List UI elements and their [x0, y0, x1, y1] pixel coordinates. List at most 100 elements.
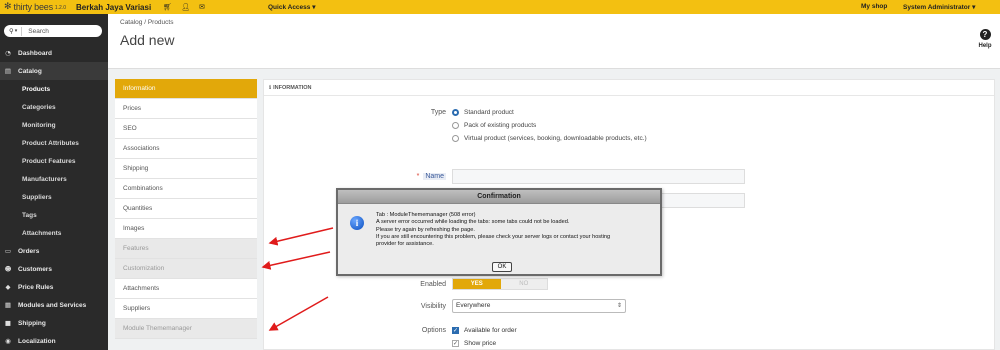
- sidebar-item-customers[interactable]: ☻ Customers: [0, 260, 108, 278]
- user-menu[interactable]: System Administrator ▾: [903, 3, 975, 11]
- sidebar-item-product-attributes[interactable]: Product Attributes: [0, 134, 108, 152]
- sidebar-item-label: Product Features: [22, 157, 76, 165]
- tab-prices[interactable]: Prices: [115, 99, 257, 119]
- enabled-label: Enabled: [420, 281, 446, 288]
- tab-suppliers[interactable]: Suppliers: [115, 299, 257, 319]
- select-arrows-icon: ⇕: [616, 303, 622, 309]
- tab-label: Features: [123, 245, 149, 252]
- dialog-title: Confirmation: [338, 190, 660, 204]
- sidebar-item-label: Suppliers: [22, 193, 52, 201]
- sidebar: ⚲ ▾ Search ◔ Dashboard ▤ Catalog Product…: [0, 14, 108, 350]
- type-standard-radio[interactable]: Standard product: [452, 109, 514, 116]
- sidebar-item-tags[interactable]: Tags: [0, 206, 108, 224]
- dialog-line: Tab : ModuleThememanager (508 error): [376, 212, 476, 218]
- sidebar-item-label: Price Rules: [18, 283, 54, 291]
- sidebar-item-orders[interactable]: ▭ Orders: [0, 242, 108, 260]
- sidebar-item-label: Localization: [18, 337, 56, 345]
- dialog-message: Tab : ModuleThememanager (508 error) A s…: [376, 212, 656, 248]
- logo-version: 1.2.0: [54, 5, 66, 11]
- breadcrumb[interactable]: Catalog / Products: [120, 19, 173, 26]
- tab-label: Images: [123, 225, 145, 232]
- tab-seo[interactable]: SEO: [115, 119, 257, 139]
- bee-logo-icon: ✻: [4, 2, 12, 12]
- help-label: Help: [978, 43, 992, 49]
- tab-label: Suppliers: [123, 305, 151, 312]
- sidebar-item-dashboard[interactable]: ◔ Dashboard: [0, 44, 108, 62]
- tab-label: Attachments: [123, 285, 160, 292]
- toggle-no[interactable]: NO: [500, 279, 547, 289]
- tab-label: Associations: [123, 145, 160, 152]
- cart-icon[interactable]: 🛒︎: [163, 3, 172, 11]
- sidebar-item-categories[interactable]: Categories: [0, 98, 108, 116]
- toggle-yes[interactable]: YES: [453, 279, 501, 289]
- shop-name[interactable]: Berkah Jaya Variasi: [76, 3, 151, 12]
- tab-label: Shipping: [123, 165, 149, 172]
- sidebar-item-label: Tags: [22, 211, 37, 219]
- sidebar-item-monitoring[interactable]: Monitoring: [0, 116, 108, 134]
- ok-button[interactable]: OK: [492, 262, 512, 272]
- search-input[interactable]: ⚲ ▾ Search: [4, 25, 102, 37]
- info-icon: i: [350, 216, 364, 230]
- tab-module-thememanager[interactable]: Module Thememanager: [115, 319, 257, 339]
- sidebar-item-modules[interactable]: ▦ Modules and Services: [0, 296, 108, 314]
- radio-label: Pack of existing products: [464, 122, 537, 129]
- sidebar-item-label: Orders: [18, 247, 40, 255]
- sidebar-item-label: Dashboard: [18, 49, 52, 57]
- sidebar-item-label: Product Attributes: [22, 139, 79, 147]
- tab-features[interactable]: Features: [115, 239, 257, 259]
- tab-information[interactable]: Information: [115, 79, 257, 99]
- type-label: Type: [430, 109, 446, 116]
- my-shop-link[interactable]: My shop: [861, 3, 887, 10]
- sidebar-item-products[interactable]: Products: [0, 80, 108, 98]
- sidebar-item-attachments[interactable]: Attachments: [0, 224, 108, 242]
- sidebar-item-price-rules[interactable]: ◆ Price Rules: [0, 278, 108, 296]
- tab-shipping[interactable]: Shipping: [115, 159, 257, 179]
- checkbox-label: Show price: [464, 340, 497, 347]
- tab-associations[interactable]: Associations: [115, 139, 257, 159]
- user-icon[interactable]: 👤︎: [181, 3, 190, 11]
- search-placeholder: Search: [28, 27, 49, 35]
- dashboard-icon: ◔: [5, 49, 11, 57]
- tab-label: Quantities: [123, 205, 153, 212]
- radio-label: Virtual product (services, booking, down…: [464, 135, 647, 142]
- sidebar-item-localization[interactable]: ◉ Localization: [0, 332, 108, 350]
- tab-customization[interactable]: Customization: [115, 259, 257, 279]
- sidebar-item-label: Manufacturers: [22, 175, 67, 183]
- enabled-toggle[interactable]: YES NO: [452, 278, 548, 290]
- sidebar-item-product-features[interactable]: Product Features: [0, 152, 108, 170]
- chevron-down-icon: ▾: [14, 28, 18, 34]
- dialog-line: provider for assistance.: [376, 241, 434, 248]
- radio-checked: [452, 109, 459, 116]
- tab-quantities[interactable]: Quantities: [115, 199, 257, 219]
- info-icon: ℹ: [269, 84, 272, 91]
- tab-images[interactable]: Images: [115, 219, 257, 239]
- dialog-line: Please try again by refreshing the page.: [376, 226, 475, 233]
- sidebar-item-catalog[interactable]: ▤ Catalog: [0, 62, 108, 80]
- help-button[interactable]: ? Help: [974, 29, 996, 49]
- sidebar-item-suppliers[interactable]: Suppliers: [0, 188, 108, 206]
- radio-label: Standard product: [464, 109, 514, 116]
- name-label: Name: [423, 173, 446, 180]
- notification-icons: 🛒︎ 👤︎ ✉: [163, 3, 205, 11]
- envelope-icon[interactable]: ✉: [199, 3, 205, 11]
- visibility-select[interactable]: Everywhere ⇕: [452, 299, 626, 313]
- quick-access-menu[interactable]: Quick Access ▾: [268, 3, 315, 11]
- tab-combinations[interactable]: Combinations: [115, 179, 257, 199]
- required-asterisk: *: [416, 173, 420, 180]
- type-virtual-radio[interactable]: Virtual product (services, booking, down…: [452, 135, 647, 142]
- logo[interactable]: ✻ thirty bees 1.2.0: [4, 2, 66, 12]
- type-pack-radio[interactable]: Pack of existing products: [452, 122, 536, 129]
- dialog-line: If you are still encountering this probl…: [376, 233, 611, 240]
- sidebar-item-label: Customers: [18, 265, 52, 273]
- show-price-checkbox[interactable]: ✓ Show price: [452, 340, 496, 347]
- tab-label: Information: [123, 85, 156, 92]
- name-input[interactable]: [452, 169, 745, 184]
- catalog-icon: ▤: [4, 67, 12, 75]
- sidebar-item-label: Products: [22, 85, 51, 93]
- available-for-order-checkbox[interactable]: ✓ Available for order: [452, 327, 517, 334]
- orders-icon: ▭: [4, 247, 12, 255]
- tab-attachments[interactable]: Attachments: [115, 279, 257, 299]
- sidebar-item-shipping[interactable]: ■ Shipping: [0, 314, 108, 332]
- sidebar-item-manufacturers[interactable]: Manufacturers: [0, 170, 108, 188]
- name-label-row: * Name: [380, 173, 446, 180]
